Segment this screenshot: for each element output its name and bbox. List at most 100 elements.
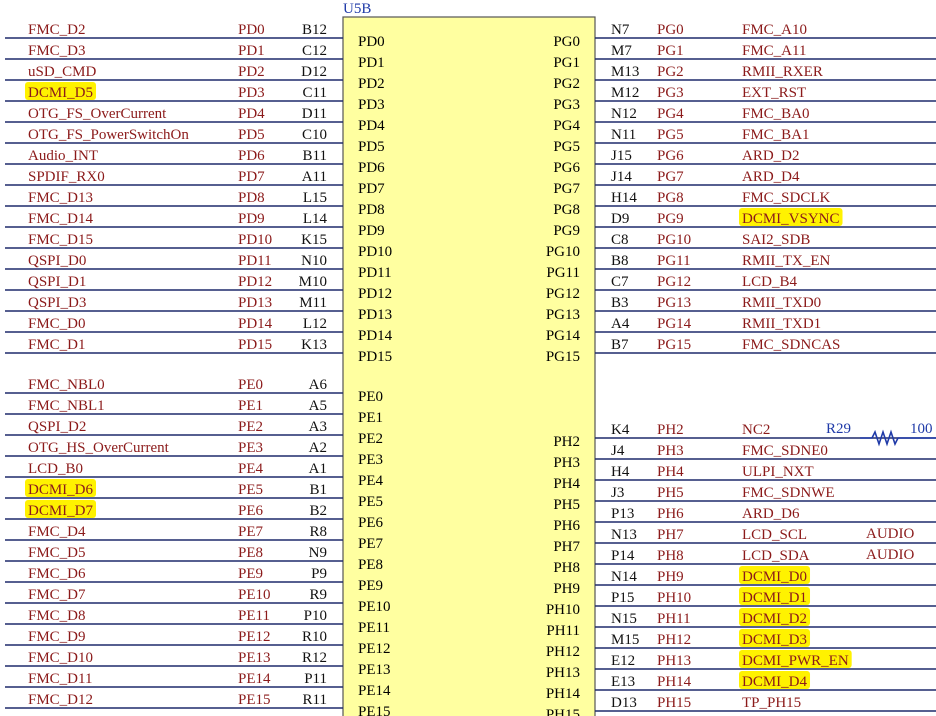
ball-label: M15 (611, 632, 639, 648)
port-label: PG10 (657, 232, 691, 248)
ball-label: C12 (302, 43, 327, 59)
schematic-diagram: U5B FMC_D2 PD0 B12 PD0 FMC_D3 PD1 C12 PD1 uSD_CM… (5, 1, 936, 716)
port-label: PE9 (238, 566, 263, 582)
internal-pin-label: PD3 (358, 97, 385, 113)
ball-label: R9 (309, 587, 327, 603)
net-label: DCMI_D4 (742, 674, 808, 690)
internal-pin-label: PE3 (358, 452, 383, 468)
ball-label: D11 (302, 106, 327, 122)
net-label: RMII_TXD1 (742, 316, 821, 332)
port-label: PG14 (657, 316, 692, 332)
ball-label: B8 (611, 253, 629, 269)
ball-label: P13 (611, 506, 634, 522)
internal-pin-label: PD0 (358, 34, 385, 50)
net-label: RMII_TX_EN (742, 253, 830, 269)
ball-label: L12 (303, 316, 327, 332)
net-label: DCMI_D2 (742, 611, 807, 627)
port-label: PD3 (238, 85, 265, 101)
port-label: PD13 (238, 295, 272, 311)
net-label: FMC_D4 (28, 524, 86, 540)
port-label: PE5 (238, 482, 263, 498)
internal-pin-label: PH15 (546, 707, 580, 716)
internal-pin-label: PE13 (358, 662, 391, 678)
ball-label: R8 (309, 524, 327, 540)
net-label: uSD_CMD (28, 64, 97, 80)
ball-label: D9 (611, 211, 629, 227)
ball-label: B3 (611, 295, 629, 311)
internal-pin-label: PG6 (553, 160, 580, 176)
port-label: PE0 (238, 377, 263, 393)
internal-pin-label: PG8 (553, 202, 580, 218)
ball-label: L14 (303, 211, 328, 227)
component-designator: U5B (343, 1, 371, 17)
net-label: FMC_D11 (28, 671, 92, 687)
internal-pin-label: PD1 (358, 55, 385, 71)
internal-pin-label: PH4 (553, 476, 580, 492)
internal-pin-label: PD14 (358, 328, 393, 344)
internal-pin-label: PD15 (358, 349, 392, 365)
port-label: PG5 (657, 127, 684, 143)
internal-pin-label: PG13 (546, 307, 580, 323)
port-label: PH5 (657, 485, 684, 501)
port-label: PG0 (657, 22, 684, 38)
internal-pin-label: PG14 (546, 328, 581, 344)
internal-pin-label: PG9 (553, 223, 580, 239)
net-label: FMC_NBL1 (28, 398, 105, 414)
ball-label: B11 (303, 148, 327, 164)
port-label: PH8 (657, 548, 684, 564)
net-label: FMC_SDNWE (742, 485, 835, 501)
port-label: PE1 (238, 398, 263, 414)
port-label: PE4 (238, 461, 264, 477)
port-label: PH14 (657, 674, 692, 690)
ball-label: K13 (301, 337, 327, 353)
internal-pin-label: PG10 (546, 244, 580, 260)
ball-label: A1 (309, 461, 327, 477)
port-label: PG12 (657, 274, 691, 290)
ball-label: H4 (611, 464, 630, 480)
port-label: PD11 (238, 253, 272, 269)
ball-label: B2 (309, 503, 327, 519)
ball-label: J3 (611, 485, 624, 501)
ball-label: E12 (611, 653, 635, 669)
port-label: PG6 (657, 148, 684, 164)
internal-pin-label: PG7 (553, 181, 580, 197)
resistor-ref: R29 (826, 421, 851, 437)
net-label: FMC_D6 (28, 566, 86, 582)
internal-pin-label: PE2 (358, 431, 383, 447)
ball-label: N7 (611, 22, 630, 38)
port-label: PD1 (238, 43, 265, 59)
port-label: PH15 (657, 695, 691, 711)
ball-label: K15 (301, 232, 327, 248)
net-label: FMC_BA0 (742, 106, 810, 122)
net-label: FMC_D14 (28, 211, 94, 227)
port-label: PG1 (657, 43, 684, 59)
port-label: PH9 (657, 569, 684, 585)
port-label: PD4 (238, 106, 265, 122)
net-label: QSPI_D3 (28, 295, 86, 311)
net-label: DCMI_PWR_EN (742, 653, 849, 669)
internal-pin-label: PE15 (358, 704, 391, 716)
ball-label: C10 (302, 127, 327, 143)
internal-pin-label: PE4 (358, 473, 384, 489)
ball-label: P9 (311, 566, 327, 582)
net-label: FMC_A10 (742, 22, 807, 38)
ball-label: E13 (611, 674, 635, 690)
net-label: QSPI_D0 (28, 253, 86, 269)
internal-pin-label: PH14 (546, 686, 581, 702)
ball-label: N14 (611, 569, 637, 585)
port-label: PE13 (238, 650, 271, 666)
net-label: FMC_SDCLK (742, 190, 831, 206)
net-label: FMC_D2 (28, 22, 86, 38)
net-label: FMC_A11 (742, 43, 806, 59)
port-label: PD8 (238, 190, 265, 206)
internal-pin-label: PG11 (546, 265, 580, 281)
port-label: PG2 (657, 64, 684, 80)
net-label: Audio_INT (28, 148, 98, 164)
ball-label: D12 (301, 64, 327, 80)
net-label: FMC_D0 (28, 316, 86, 332)
net-label: ARD_D6 (742, 506, 800, 522)
net-label: RMII_RXER (742, 64, 823, 80)
port-label: PG13 (657, 295, 691, 311)
internal-pin-label: PH9 (553, 581, 580, 597)
net-label: SAI2_SDB (742, 232, 810, 248)
